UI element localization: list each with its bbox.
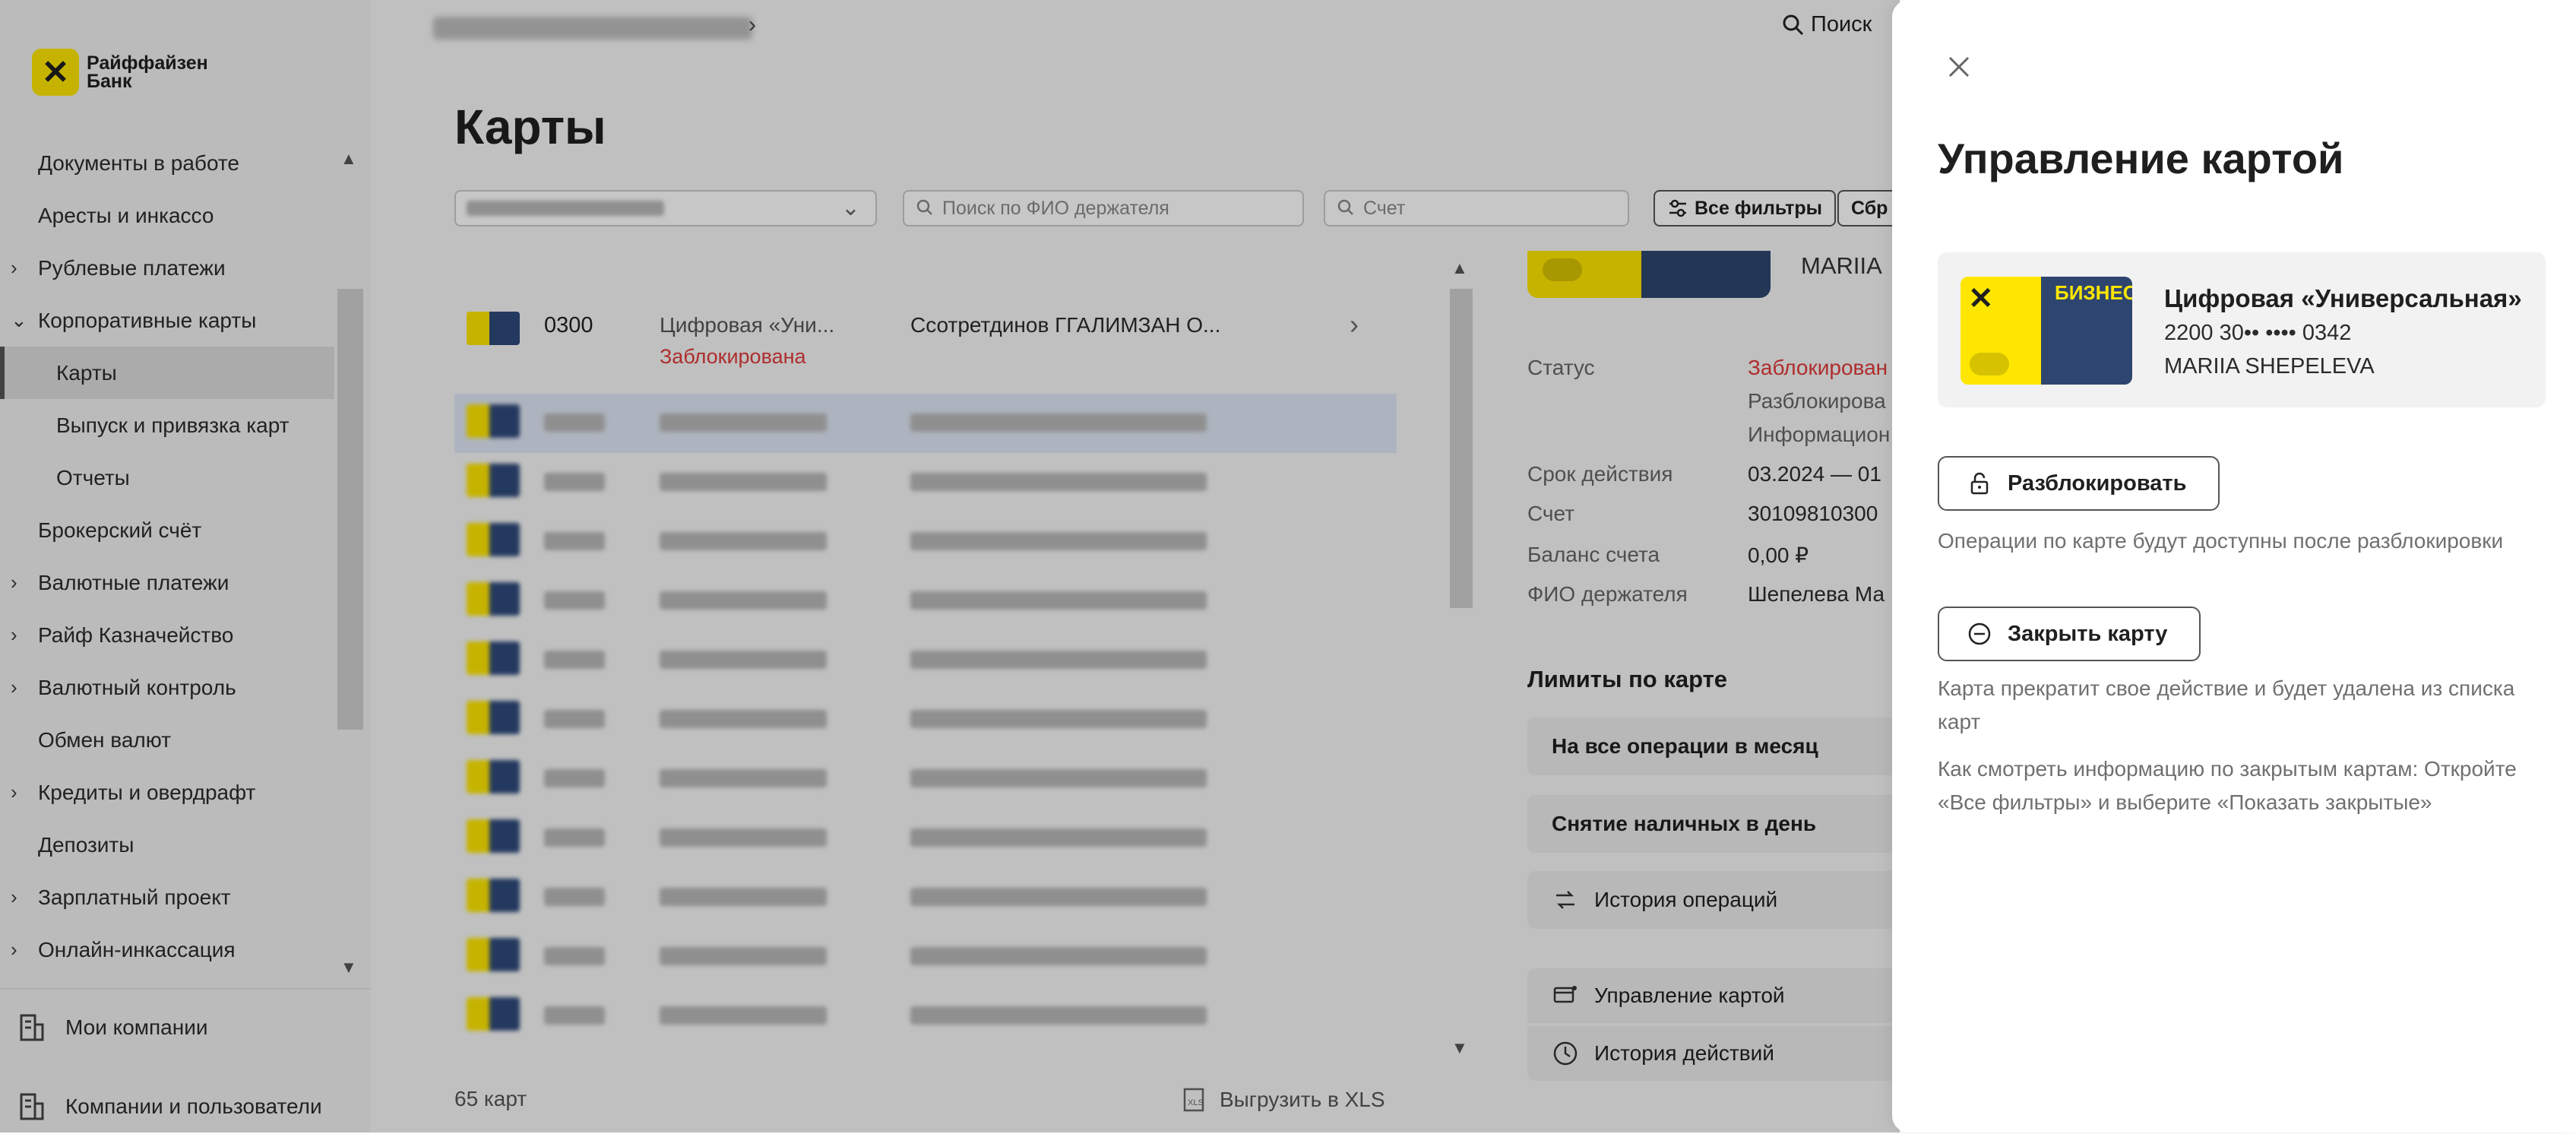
card-management-drawer: Управление картой ✕ БИЗНЕС Цифровая «Уни… [1892,0,2576,1132]
unblock-hint: Операции по карте будут доступны после р… [1938,529,2504,553]
card-image: ✕ БИЗНЕС [1960,277,2132,385]
minus-circle-icon [1968,622,1991,645]
unblock-button[interactable]: Разблокировать [1938,456,2220,511]
card-summary: ✕ БИЗНЕС Цифровая «Универсальная» 2200 3… [1938,252,2546,407]
raiffeisen-logo-icon: ✕ [1968,282,1994,315]
card-holder: MARIIA SHEPELEVA [2164,354,2375,379]
close-icon[interactable] [1942,50,1976,84]
card-masked-number: 2200 30•• •••• 0342 [2164,321,2352,345]
drawer-title: Управление картой [1938,135,2344,182]
close-card-hint: Карта прекратит свое действие и будет уд… [1938,676,2515,733]
modal-backdrop[interactable] [0,0,1900,1132]
unblock-label: Разблокировать [2008,470,2187,496]
close-card-label: Закрыть карту [2008,621,2168,646]
cloud-icon [1970,353,2009,375]
card-badge: БИЗНЕС [2055,281,2132,304]
main-app: ✕ Райффайзен Банк Документы в работе Аре… [0,0,1900,1132]
closed-cards-info: Как смотреть информацию по закрытым карт… [1938,757,2517,814]
close-card-button[interactable]: Закрыть карту [1938,607,2201,661]
unlock-icon [1970,472,1989,495]
card-product-title: Цифровая «Универсальная» [2164,284,2522,312]
